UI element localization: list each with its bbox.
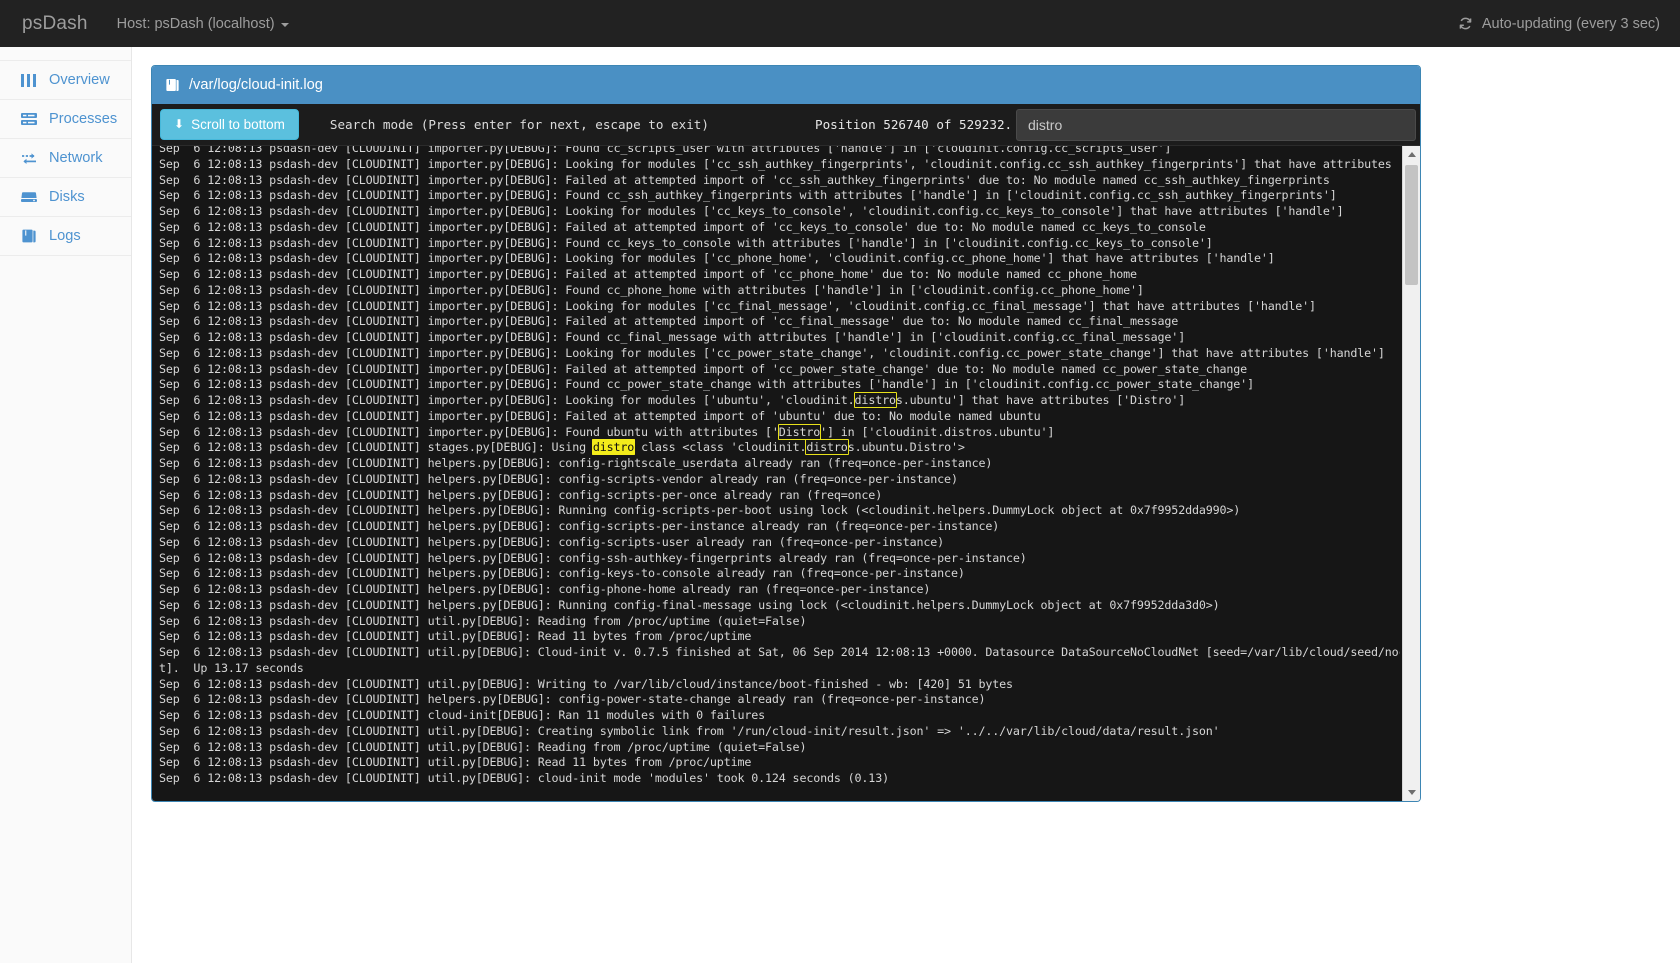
position-indicator: Position 526740 of 529232. (815, 117, 1013, 132)
log-line: Sep 6 12:08:13 psdash-dev [CLOUDINIT] he… (159, 519, 1000, 533)
sidebar-item-network[interactable]: Network (0, 139, 131, 178)
log-line: Sep 6 12:08:13 psdash-dev [CLOUDINIT] he… (159, 471, 958, 486)
search-match: distro (591, 439, 636, 456)
arrow-down-icon: ⬇ (174, 117, 185, 132)
log-line: Sep 6 12:08:13 psdash-dev [CLOUDINIT] he… (159, 534, 945, 549)
scrollbar-thumb[interactable] (1405, 165, 1418, 285)
book-icon (166, 78, 179, 92)
scroll-to-bottom-button[interactable]: ⬇ Scroll to bottom (160, 108, 299, 141)
log-line: Sep 6 12:08:13 psdash-dev [CLOUDINIT] ut… (159, 755, 752, 770)
log-panel: /var/log/cloud-init.log ⬇ Scroll to bott… (151, 65, 1421, 802)
log-line: Sep 6 12:08:13 psdash-dev [CLOUDINIT] he… (159, 566, 965, 581)
log-line: Sep 6 12:08:13 psdash-dev [CLOUDINIT] im… (159, 345, 1385, 360)
caret-down-icon (280, 22, 289, 27)
log-content: Sep 6 12:08:13 psdash-dev [CLOUDINIT] im… (152, 145, 1400, 801)
sidebar: Overview Processes Network Disks Logs (0, 47, 132, 963)
log-line: Sep 6 12:08:13 psdash-dev [CLOUDINIT] cl… (159, 708, 766, 722)
log-line: Sep 6 12:08:13 psdash-dev [CLOUDINIT] im… (159, 235, 1213, 250)
sidebar-item-disks[interactable]: Disks (0, 178, 131, 217)
log-line: Sep 6 12:08:13 psdash-dev [CLOUDINIT] im… (159, 251, 1275, 266)
log-line: Sep 6 12:08:13 psdash-dev [CLOUDINIT] he… (159, 487, 883, 502)
brand-logo[interactable]: psDash (0, 13, 105, 35)
log-line: Sep 6 12:08:13 psdash-dev [CLOUDINIT] im… (159, 267, 1137, 281)
log-line: Sep 6 12:08:13 psdash-dev [CLOUDINIT] im… (159, 204, 1344, 218)
log-line: Sep 6 12:08:13 psdash-dev [CLOUDINIT] im… (159, 361, 1248, 376)
exchange-icon (20, 151, 37, 166)
chevron-up-icon (1407, 152, 1416, 157)
log-line: Sep 6 12:08:13 psdash-dev [CLOUDINIT] he… (159, 550, 1027, 565)
log-line: Sep 6 12:08:13 psdash-dev [CLOUDINIT] ut… (159, 771, 889, 785)
book-icon (20, 229, 37, 244)
scroll-button-label: Scroll to bottom (191, 116, 285, 132)
search-match: Distro (777, 423, 822, 440)
sidebar-item-label: Overview (49, 72, 110, 88)
auto-update-status: Auto-updating (every 3 sec) (1458, 0, 1660, 47)
log-toolbar: ⬇ Scroll to bottom Search mode (Press en… (152, 104, 1420, 145)
sidebar-item-logs[interactable]: Logs (0, 217, 131, 256)
page-title: /var/log/cloud-init.log (189, 77, 323, 93)
log-line: Sep 6 12:08:13 psdash-dev [CLOUDINIT] im… (159, 392, 1186, 408)
host-dropdown-label: Host: psDash (localhost) (116, 15, 275, 32)
log-line: Sep 6 12:08:13 psdash-dev [CLOUDINIT] im… (159, 282, 1144, 297)
log-line: Sep 6 12:08:13 psdash-dev [CLOUDINIT] ut… (159, 723, 1220, 738)
sidebar-item-label: Network (49, 150, 103, 166)
scrollbar-down-button[interactable] (1403, 784, 1420, 801)
search-match: distro (853, 392, 897, 408)
search-mode-hint: Search mode (Press enter for next, escap… (329, 117, 709, 132)
log-line: Sep 6 12:08:13 psdash-dev [CLOUDINIT] he… (159, 582, 931, 596)
log-line: Sep 6 12:08:13 psdash-dev [CLOUDINIT] im… (159, 145, 1172, 155)
chevron-down-icon (1407, 790, 1416, 795)
log-line: Sep 6 12:08:13 psdash-dev [CLOUDINIT] im… (159, 408, 1041, 423)
log-line: Sep 6 12:08:13 psdash-dev [CLOUDINIT] he… (159, 503, 1241, 518)
main-content: /var/log/cloud-init.log ⬇ Scroll to bott… (132, 47, 1680, 963)
log-scrollbar[interactable] (1402, 146, 1420, 801)
log-line: Sep 6 12:08:13 psdash-dev [CLOUDINIT] ut… (159, 629, 752, 644)
log-line: Sep 6 12:08:13 psdash-dev [CLOUDINIT] im… (159, 298, 1316, 313)
log-line: Sep 6 12:08:13 psdash-dev [CLOUDINIT] ut… (159, 739, 807, 754)
log-line: Sep 6 12:08:13 psdash-dev [CLOUDINIT] he… (159, 597, 1220, 612)
log-line: Sep 6 12:08:13 psdash-dev [CLOUDINIT] im… (159, 423, 1055, 440)
refresh-icon (1458, 16, 1473, 31)
log-line: Sep 6 12:08:13 psdash-dev [CLOUDINIT] ut… (159, 676, 1013, 691)
sidebar-item-processes[interactable]: Processes (0, 100, 131, 139)
top-navbar: psDash Host: psDash (localhost) Auto-upd… (0, 0, 1680, 47)
sidebar-item-overview[interactable]: Overview (0, 60, 131, 100)
auto-update-label: Auto-updating (every 3 sec) (1481, 15, 1660, 32)
log-panel-header: /var/log/cloud-init.log (152, 66, 1420, 104)
sidebar-item-label: Disks (49, 189, 85, 205)
search-match: distro (805, 439, 849, 456)
sidebar-item-label: Processes (49, 111, 118, 127)
scrollbar-up-button[interactable] (1403, 146, 1420, 163)
log-line: Sep 6 12:08:13 psdash-dev [CLOUDINIT] st… (159, 439, 965, 456)
log-line: Sep 6 12:08:13 psdash-dev [CLOUDINIT] im… (159, 219, 1206, 234)
dashboard-icon (20, 73, 37, 88)
log-viewport: Sep 6 12:08:13 psdash-dev [CLOUDINIT] im… (152, 145, 1420, 801)
log-line: Sep 6 12:08:13 psdash-dev [CLOUDINIT] im… (159, 156, 1400, 171)
log-line: t]. Up 13.17 seconds (159, 660, 304, 675)
hdd-icon (20, 190, 37, 205)
log-line: Sep 6 12:08:13 psdash-dev [CLOUDINIT] he… (159, 456, 993, 470)
server-icon (20, 112, 37, 127)
log-line: Sep 6 12:08:13 psdash-dev [CLOUDINIT] im… (159, 172, 1330, 187)
host-dropdown[interactable]: Host: psDash (localhost) (105, 16, 301, 32)
log-line: Sep 6 12:08:13 psdash-dev [CLOUDINIT] im… (159, 330, 1186, 344)
log-line: Sep 6 12:08:13 psdash-dev [CLOUDINIT] im… (159, 377, 1254, 392)
search-input[interactable] (1016, 108, 1416, 141)
sidebar-item-label: Logs (49, 228, 81, 244)
log-line: Sep 6 12:08:13 psdash-dev [CLOUDINIT] ut… (159, 613, 807, 628)
log-line: Sep 6 12:08:13 psdash-dev [CLOUDINIT] he… (159, 692, 986, 707)
log-line: Sep 6 12:08:13 psdash-dev [CLOUDINIT] im… (159, 188, 1337, 203)
log-line: Sep 6 12:08:13 psdash-dev [CLOUDINIT] ut… (159, 645, 1400, 659)
log-line: Sep 6 12:08:13 psdash-dev [CLOUDINIT] im… (159, 314, 1179, 329)
